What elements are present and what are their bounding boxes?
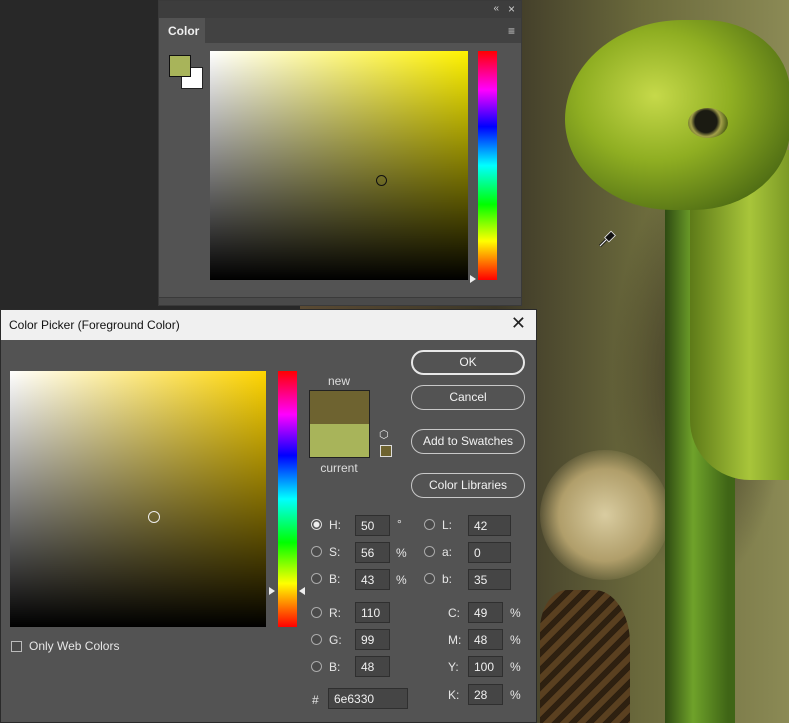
hue-slider-right-marker[interactable] [299, 587, 305, 595]
blue-field[interactable]: 48 [355, 656, 390, 677]
photo-pinecone [540, 590, 630, 723]
black-unit: % [510, 688, 521, 702]
hue-slider-left-marker[interactable] [269, 587, 275, 595]
cyan-unit: % [510, 606, 521, 620]
hue-unit: ° [397, 517, 402, 531]
panel-color-cursor[interactable] [376, 175, 387, 186]
hue-slider[interactable] [278, 371, 297, 627]
green-radio[interactable] [311, 634, 322, 645]
yellow-label: Y: [448, 660, 459, 674]
close-icon[interactable]: ✕ [511, 313, 526, 334]
only-web-colors-checkbox[interactable] [11, 641, 22, 652]
panel-footer [159, 297, 521, 305]
saturation-unit: % [396, 546, 407, 560]
lightness-label: L: [442, 518, 453, 532]
yellow-unit: % [510, 660, 521, 674]
cube-icon[interactable]: ⬡ [379, 428, 389, 441]
panel-color-field[interactable] [210, 51, 468, 280]
panel-menu-icon[interactable]: ≡ [508, 24, 515, 38]
a-channel-radio[interactable] [424, 546, 435, 557]
brightness-field[interactable]: 43 [355, 569, 390, 590]
brightness-label: B: [329, 572, 341, 586]
green-label: G: [329, 633, 342, 647]
saturation-label: S: [329, 545, 341, 559]
hue-radio[interactable] [311, 519, 322, 530]
panel-tab-bar: Color ≡ [159, 18, 521, 43]
hue-field[interactable]: 50 [355, 515, 390, 536]
photo-lizard-head [565, 20, 789, 210]
cyan-label: C: [448, 606, 460, 620]
cyan-field[interactable]: 49 [468, 602, 503, 623]
tab-color[interactable]: Color [159, 18, 205, 43]
color-picker-dialog: Color Picker (Foreground Color) ✕ Only W… [0, 309, 537, 723]
hex-label: # [312, 693, 319, 707]
cancel-button[interactable]: Cancel [411, 385, 525, 410]
panel-hue-marker[interactable] [470, 275, 476, 283]
photo-lizard-eye [688, 108, 728, 138]
a-channel-label: a: [442, 545, 453, 559]
b-channel-field[interactable]: 35 [468, 569, 511, 590]
b-channel-label: b: [442, 572, 453, 586]
panel-header-bar[interactable]: « × [159, 1, 521, 18]
new-color-swatch [309, 390, 370, 424]
magenta-unit: % [510, 633, 521, 647]
foreground-color-swatch[interactable] [169, 55, 191, 77]
hex-field[interactable]: 6e6330 [328, 688, 408, 709]
hue-label: H: [329, 518, 341, 532]
panel-hue-slider[interactable] [478, 51, 497, 280]
new-color-label: new [327, 374, 350, 388]
black-label: K: [448, 688, 460, 702]
brightness-unit: % [396, 573, 407, 587]
dialog-title: Color Picker (Foreground Color) [9, 318, 180, 332]
saturation-field[interactable]: 56 [355, 542, 390, 563]
current-color-label: current [320, 461, 358, 475]
red-label: R: [329, 606, 341, 620]
blue-label: B: [329, 660, 341, 674]
current-color-swatch[interactable] [309, 424, 370, 458]
photo-bokeh [540, 450, 670, 580]
color-field[interactable] [10, 371, 266, 627]
b-channel-radio[interactable] [424, 573, 435, 584]
a-channel-field[interactable]: 0 [468, 542, 511, 563]
color-panel: « × Color ≡ [158, 0, 522, 306]
close-icon[interactable]: × [508, 2, 515, 16]
lightness-radio[interactable] [424, 519, 435, 530]
green-field[interactable]: 99 [355, 629, 390, 650]
ok-button[interactable]: OK [411, 350, 525, 375]
blue-radio[interactable] [311, 661, 322, 672]
red-field[interactable]: 110 [355, 602, 390, 623]
magenta-label: M: [448, 633, 462, 647]
brightness-radio[interactable] [311, 573, 322, 584]
color-libraries-button[interactable]: Color Libraries [411, 473, 525, 498]
red-radio[interactable] [311, 607, 322, 618]
add-to-swatches-button[interactable]: Add to Swatches [411, 429, 525, 454]
magenta-field[interactable]: 48 [468, 629, 503, 650]
eyedropper-icon [598, 230, 616, 248]
black-field[interactable]: 28 [468, 684, 503, 705]
yellow-field[interactable]: 100 [468, 656, 503, 677]
collapse-icon[interactable]: « [493, 3, 499, 14]
web-safe-color-swatch[interactable] [380, 445, 392, 457]
saturation-radio[interactable] [311, 546, 322, 557]
dialog-titlebar[interactable]: Color Picker (Foreground Color) ✕ [1, 310, 536, 340]
color-field-cursor[interactable] [148, 511, 160, 523]
lightness-field[interactable]: 42 [468, 515, 511, 536]
only-web-colors-label: Only Web Colors [29, 639, 120, 653]
